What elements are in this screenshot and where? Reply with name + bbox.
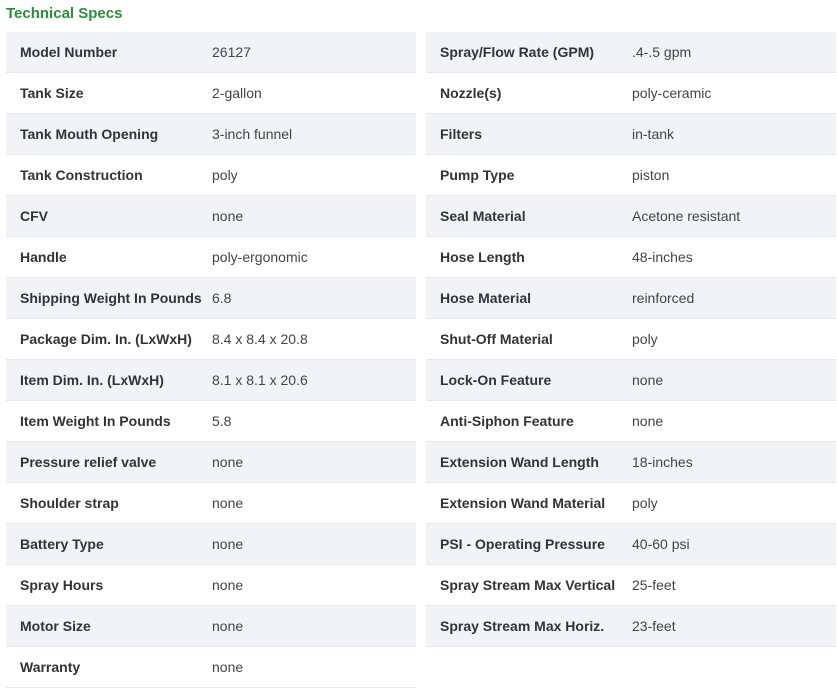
spec-value: reinforced (632, 290, 695, 306)
spec-label: Extension Wand Material (440, 495, 606, 511)
spec-value: none (212, 618, 244, 634)
spec-label: Shoulder strap (20, 495, 119, 511)
spec-row: Nozzle(s) poly-ceramic (426, 73, 836, 114)
spec-label: Seal Material (440, 208, 526, 224)
spec-row: Shut-Off Material poly (426, 319, 836, 360)
spec-value: none (632, 413, 664, 429)
spec-value: none (212, 495, 244, 511)
spec-value: 3-inch funnel (212, 126, 293, 142)
spec-label: Tank Mouth Opening (20, 126, 159, 142)
spec-label: Filters (440, 126, 483, 142)
spec-label: Spray Stream Max Horiz. (440, 618, 605, 634)
spec-label: Shipping Weight In Pounds (20, 290, 202, 306)
spec-row: Spray Stream Max Vertical 25-feet (426, 565, 836, 606)
spec-label: Nozzle(s) (440, 85, 502, 101)
spec-row: Hose Length 48-inches (426, 237, 836, 278)
spec-label: Lock-On Feature (440, 372, 552, 388)
spec-value: piston (632, 167, 670, 183)
spec-row: Tank Construction poly (6, 155, 416, 196)
spec-value: none (632, 372, 664, 388)
spec-value: 40-60 psi (632, 536, 690, 552)
spec-label: Item Weight In Pounds (20, 413, 171, 429)
spec-row: Item Dim. In. (LxWxH) 8.1 x 8.1 x 20.6 (6, 360, 416, 401)
spec-label: Item Dim. In. (LxWxH) (20, 372, 164, 388)
spec-value: poly (632, 331, 658, 347)
spec-label: Extension Wand Length (440, 454, 599, 470)
spec-label: Handle (20, 249, 67, 265)
spec-row: Extension Wand Length 18-inches (426, 442, 836, 483)
spec-value: poly-ceramic (632, 85, 712, 101)
spec-value: in-tank (632, 126, 675, 142)
spec-label: Tank Size (20, 85, 84, 101)
spec-value: none (212, 659, 244, 675)
spec-label: Pump Type (440, 167, 515, 183)
spec-row: Lock-On Feature none (426, 360, 836, 401)
spec-row: Item Weight In Pounds 5.8 (6, 401, 416, 442)
spec-value: poly-ergonomic (212, 249, 308, 265)
spec-row: Pressure relief valve none (6, 442, 416, 483)
spec-row: Handle poly-ergonomic (6, 237, 416, 278)
spec-row: Shoulder strap none (6, 483, 416, 524)
spec-value: none (212, 208, 244, 224)
spec-row: Warranty none (6, 647, 416, 688)
spec-value: 18-inches (632, 454, 693, 470)
spec-row: Package Dim. In. (LxWxH) 8.4 x 8.4 x 20.8 (6, 319, 416, 360)
spec-label: Tank Construction (20, 167, 143, 183)
spec-label: Hose Length (440, 249, 525, 265)
spec-label: Pressure relief valve (20, 454, 157, 470)
spec-value: .4-.5 gpm (632, 44, 692, 60)
spec-row: Spray Stream Max Horiz. 23-feet (426, 606, 836, 647)
spec-label: Spray Hours (20, 577, 104, 593)
spec-label: PSI - Operating Pressure (440, 536, 605, 552)
spec-label: Model Number (20, 44, 118, 60)
spec-row: Pump Type piston (426, 155, 836, 196)
spec-value: 2-gallon (212, 85, 262, 101)
spec-row: Filters in-tank (426, 114, 836, 155)
spec-label: Spray/Flow Rate (GPM) (440, 44, 595, 60)
spec-label: CFV (20, 208, 48, 224)
spec-value: 8.1 x 8.1 x 20.6 (212, 372, 308, 388)
spec-label: Motor Size (20, 618, 91, 634)
spec-row: Motor Size none (6, 606, 416, 647)
spec-row: Tank Size 2-gallon (6, 73, 416, 114)
spec-value: 26127 (212, 44, 251, 60)
spec-row: Battery Type none (6, 524, 416, 565)
spec-row: Hose Material reinforced (426, 278, 836, 319)
spec-value: 25-feet (632, 577, 676, 593)
spec-row: Spray/Flow Rate (GPM) .4-.5 gpm (426, 32, 836, 73)
spec-label: Hose Material (440, 290, 532, 306)
spec-value: 6.8 (212, 290, 232, 306)
spec-row: Model Number 26127 (6, 32, 416, 73)
spec-value: poly (632, 495, 658, 511)
spec-row: Spray Hours none (6, 565, 416, 606)
spec-value: 48-inches (632, 249, 693, 265)
spec-value: 5.8 (212, 413, 232, 429)
spec-value: 8.4 x 8.4 x 20.8 (212, 331, 308, 347)
spec-value: Acetone resistant (632, 208, 741, 224)
spec-row: PSI - Operating Pressure 40-60 psi (426, 524, 836, 565)
left-spec-table: Model Number 26127 Tank Size 2-gallon Tank M… (6, 32, 416, 688)
spec-label: Shut-Off Material (440, 331, 553, 347)
spec-value: none (212, 454, 244, 470)
right-spec-table: Spray/Flow Rate (GPM) .4-.5 gpm Nozzle(s) p… (426, 32, 836, 647)
spec-row: Anti-Siphon Feature none (426, 401, 836, 442)
spec-label: Package Dim. In. (LxWxH) (20, 331, 192, 347)
spec-row: Shipping Weight In Pounds 6.8 (6, 278, 416, 319)
spec-row: Extension Wand Material poly (426, 483, 836, 524)
spec-row: CFV none (6, 196, 416, 237)
section-title: Technical Specs (6, 5, 123, 22)
spec-label: Anti-Siphon Feature (440, 413, 574, 429)
spec-row: Tank Mouth Opening 3-inch funnel (6, 114, 416, 155)
spec-value: none (212, 536, 244, 552)
spec-value: poly (212, 167, 238, 183)
spec-label: Warranty (20, 659, 81, 675)
spec-label: Battery Type (20, 536, 104, 552)
spec-label: Spray Stream Max Vertical (440, 577, 616, 593)
spec-row: Seal Material Acetone resistant (426, 196, 836, 237)
spec-value: 23-feet (632, 618, 676, 634)
spec-value: none (212, 577, 244, 593)
